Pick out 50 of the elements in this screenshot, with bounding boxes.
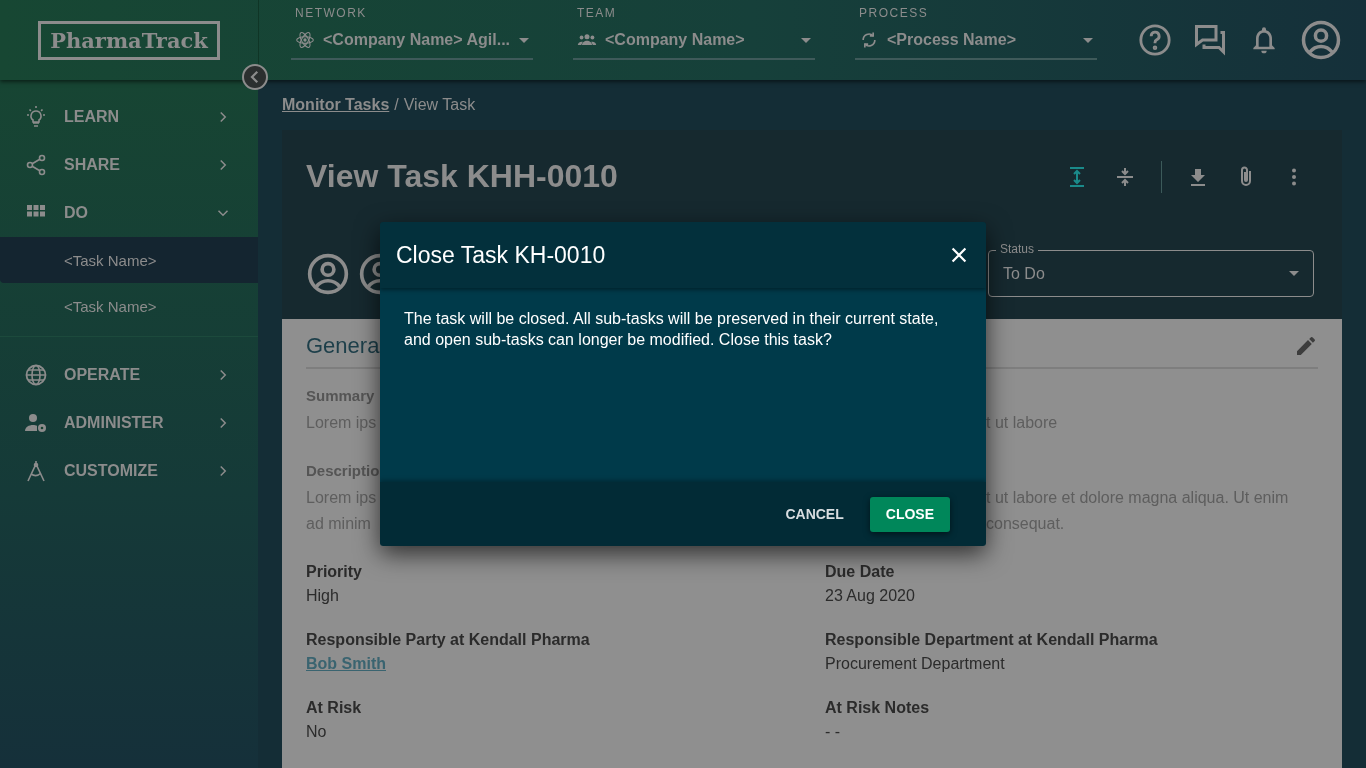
field-value: 23 Aug 2020 <box>825 587 916 605</box>
section-title: Genera <box>306 333 380 359</box>
field-label: Due Date <box>825 563 896 581</box>
field-label: Responsible Department at Kendall Pharma <box>825 631 1159 649</box>
breadcrumb-link[interactable]: Monitor Tasks <box>282 96 390 114</box>
sidebar-subitem[interactable]: <Task Name> <box>0 283 258 329</box>
field-value: Procurement Department <box>825 655 1006 673</box>
selector-label: TEAM <box>577 6 618 20</box>
sidebar-item[interactable]: ADMINISTER <box>0 399 258 447</box>
field-label: Responsible Party at Kendall Pharma <box>306 631 591 649</box>
app-logo: PharmaTrack <box>38 20 220 60</box>
sidebar-subitem[interactable]: <Task Name> <box>0 237 258 283</box>
sidebar-icon <box>24 105 48 129</box>
field-value: - - <box>825 723 842 741</box>
sidebar-item[interactable]: LEARN <box>0 93 258 141</box>
atom-icon <box>295 30 315 50</box>
forum-icon[interactable] <box>1192 22 1228 58</box>
dialog-message: The task will be closed. All sub-tasks will be preserved in their current state, and open sub-tasks can longer be modified. Close this task? <box>404 309 940 350</box>
breadcrumb-separator: / <box>394 96 399 114</box>
sync-icon <box>859 30 879 50</box>
sidebar-item[interactable]: OPERATE <box>0 351 258 399</box>
field-label: Summary <box>306 387 375 404</box>
sidebar-item[interactable]: CUSTOMIZE <box>0 447 258 495</box>
field-link[interactable]: Bob Smith <box>306 655 825 673</box>
selector-dropdown[interactable]: <Company Name> Agil... <box>291 22 533 60</box>
field-value: No <box>306 723 328 741</box>
account-icon[interactable] <box>1300 19 1342 61</box>
field-value: High <box>306 587 340 605</box>
selector-dropdown[interactable]: <Company Name> <box>573 22 815 60</box>
sidebar-icon <box>24 153 48 177</box>
selector-label: NETWORK <box>295 6 368 20</box>
field-label: At Risk Notes <box>825 699 931 717</box>
sidebar-item[interactable]: SHARE <box>0 141 258 189</box>
field-label: Priority <box>306 563 363 581</box>
dialog-title: Close Task KH-0010 <box>396 241 607 269</box>
sidebar-icon <box>24 459 48 483</box>
avatar-icon <box>358 251 380 296</box>
breadcrumb-current: View Task <box>403 96 476 114</box>
field-label: At Risk <box>306 699 363 717</box>
page-title: View Task KHH-0010 <box>306 158 619 195</box>
selector-label: PROCESS <box>859 6 930 20</box>
confirm-button[interactable]: CLOSE <box>869 496 950 532</box>
sidebar-icon <box>24 363 48 387</box>
selector-dropdown[interactable]: <Process Name> <box>855 22 1097 60</box>
avatar-icon <box>306 251 350 296</box>
edit-icon[interactable] <box>1294 334 1318 358</box>
cancel-button[interactable]: CANCEL <box>769 496 860 532</box>
sidebar-icon <box>24 411 48 435</box>
sidebar-item[interactable]: DO <box>0 189 258 237</box>
help-icon[interactable] <box>1138 23 1172 57</box>
